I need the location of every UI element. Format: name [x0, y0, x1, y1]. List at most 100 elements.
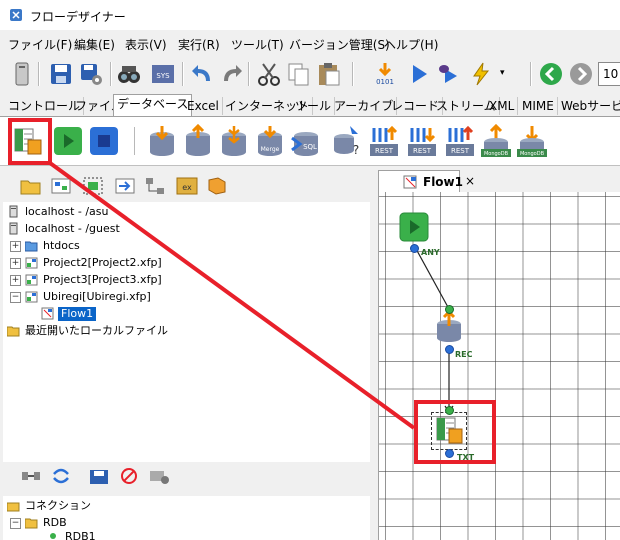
disconnect-icon[interactable] [118, 466, 140, 486]
palette-separator [134, 127, 136, 155]
tree-item-rdb1[interactable]: RDB1 [7, 532, 367, 540]
run-icon[interactable] [406, 61, 432, 87]
menu-run[interactable]: 実行(R) [178, 36, 220, 53]
tree-item-label: Ubiregi[Ubiregi.xfp] [43, 290, 151, 303]
lightning-icon[interactable] [468, 61, 494, 87]
rest-delete-icon[interactable]: REST [444, 124, 476, 158]
db-connection-icon [50, 533, 56, 539]
menu-view[interactable]: 表示(V) [125, 36, 167, 53]
connection-settings-icon[interactable] [148, 466, 170, 486]
start-node[interactable] [399, 212, 429, 242]
import-icon[interactable] [114, 176, 136, 196]
mongodb-get-icon[interactable]: MongoDB [480, 124, 512, 158]
tree-item-flow1[interactable]: Flow1 [7, 306, 367, 322]
tree-item-host-guest[interactable]: localhost - /guest [7, 221, 367, 237]
collapse-icon[interactable]: − [10, 292, 21, 303]
expression-icon[interactable]: ex [176, 176, 198, 196]
db-multi-put-icon[interactable] [218, 124, 250, 158]
db-query-icon[interactable]: ? [330, 124, 362, 158]
mongodb-put-icon[interactable]: MongoDB [516, 124, 548, 158]
tab-excel[interactable]: Excel [184, 97, 223, 115]
close-icon[interactable]: × [465, 174, 475, 188]
rest-label: REST [413, 147, 432, 155]
tree-item-host-asu[interactable]: localhost - /asu [7, 204, 367, 220]
collapse-icon[interactable]: − [10, 518, 21, 529]
menu-help[interactable]: ヘルプ(H) [384, 36, 438, 53]
connect-icon[interactable] [20, 466, 42, 486]
tree-item-htdocs[interactable]: + htdocs [7, 238, 367, 254]
title-bar: フローデザイナー [0, 0, 620, 30]
binoculars-icon[interactable] [116, 61, 142, 87]
svg-text:?: ? [353, 143, 359, 157]
db-get-icon[interactable] [146, 124, 178, 158]
refresh-icon[interactable] [50, 466, 72, 486]
cut-icon[interactable] [256, 61, 282, 87]
save-connection-icon[interactable] [88, 466, 110, 486]
tab-xml[interactable]: XML [486, 97, 519, 115]
forward-icon[interactable] [568, 61, 594, 87]
port-any[interactable] [410, 244, 419, 253]
menu-edit[interactable]: 編集(E) [74, 36, 115, 53]
tab-flow1[interactable]: Flow1 × [378, 170, 475, 193]
open-folder-icon[interactable] [20, 176, 42, 196]
tab-webservice[interactable]: Webサービス [558, 97, 620, 115]
undo-icon[interactable] [190, 61, 216, 87]
save-settings-icon[interactable] [78, 61, 104, 87]
end-icon[interactable] [88, 124, 120, 158]
start-icon[interactable] [52, 124, 84, 158]
save-icon[interactable] [48, 61, 74, 87]
tree-item-label: 最近開いたローカルファイル [25, 324, 168, 337]
port-rec-label: REC [455, 350, 473, 359]
tab-database[interactable]: データベース [113, 94, 193, 116]
menu-tools[interactable]: ツール(T) [231, 36, 284, 53]
tree-item-label: RDB [43, 516, 67, 529]
db-merge-icon[interactable]: Merge [254, 124, 286, 158]
debug-icon[interactable] [436, 61, 462, 87]
menu-file[interactable]: ファイル(F) [8, 36, 72, 53]
tree-item-label: Project2[Project2.xfp] [43, 256, 162, 269]
rest-label: REST [451, 147, 470, 155]
tree-item-project2[interactable]: + Project2[Project2.xfp] [7, 255, 367, 271]
tree-item-connections[interactable]: コネクション [7, 498, 367, 514]
copy-icon[interactable] [286, 61, 312, 87]
expand-icon[interactable]: + [10, 258, 21, 269]
compile-icon[interactable]: 0101 [372, 61, 398, 87]
db-sql-icon[interactable]: SQL [290, 124, 322, 158]
tree-item-label: localhost - /asu [25, 205, 109, 218]
connection-toolbar [0, 458, 372, 494]
tree-item-ubiregi[interactable]: − Ubiregi[Ubiregi.xfp] [7, 289, 367, 305]
db-put-node[interactable] [433, 310, 465, 344]
repository-icon[interactable] [12, 61, 32, 87]
tree-structure-icon[interactable] [144, 176, 166, 196]
flow-canvas[interactable]: ANY REC TXT [378, 192, 620, 540]
tree-item-rdb[interactable]: − RDB [7, 515, 367, 531]
toolbar-separator [182, 62, 184, 86]
expand-icon[interactable]: + [10, 241, 21, 252]
server-icon [9, 205, 18, 218]
zoom-input[interactable]: 10 [598, 62, 620, 86]
tree-item-label-selected: Flow1 [58, 307, 97, 321]
mongodb-label: MongoDB [520, 151, 545, 157]
tab-mime[interactable]: MIME [519, 97, 558, 115]
toolbar-separator [38, 62, 40, 86]
menu-version-control[interactable]: バージョン管理(S) [289, 36, 390, 53]
project-icon[interactable] [50, 176, 72, 196]
back-icon[interactable] [538, 61, 564, 87]
library-icon[interactable] [206, 176, 228, 196]
port-input[interactable] [445, 305, 454, 314]
rest-put-icon[interactable]: REST [406, 124, 438, 158]
paste-icon[interactable] [316, 61, 342, 87]
select-flow-icon[interactable] [82, 176, 104, 196]
expand-icon[interactable]: + [10, 275, 21, 286]
rest-get-icon[interactable]: REST [368, 124, 400, 158]
redo-icon[interactable] [218, 61, 244, 87]
chevron-down-icon[interactable]: ▾ [500, 68, 505, 78]
port-rec[interactable] [445, 345, 454, 354]
folder-icon [25, 518, 38, 529]
db-put-icon[interactable] [182, 124, 214, 158]
tree-item-project3[interactable]: + Project3[Project3.xfp] [7, 272, 367, 288]
system-icon[interactable]: SYS [150, 61, 176, 87]
tab-tools[interactable]: ツール [292, 97, 336, 115]
svg-text:ex: ex [182, 183, 192, 192]
tree-item-recent-files[interactable]: 最近開いたローカルファイル [7, 323, 367, 339]
